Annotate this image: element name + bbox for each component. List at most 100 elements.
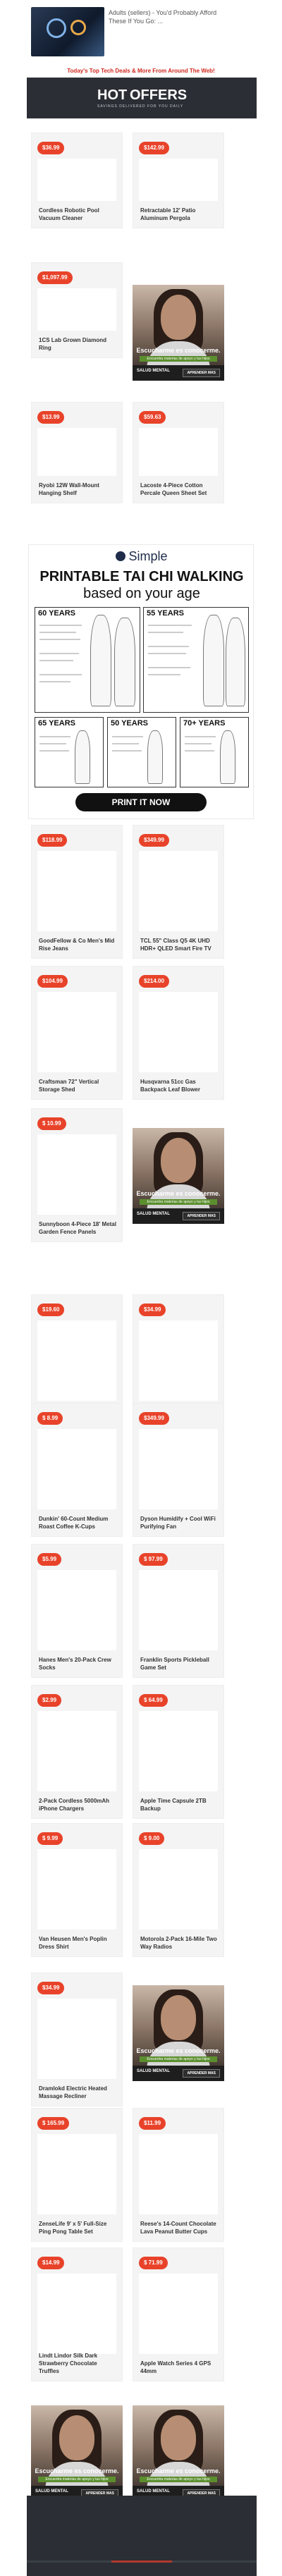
product-image[interactable] (37, 1711, 116, 1791)
price-badge: $214.00 (139, 975, 169, 988)
price-badge: $ 10.99 (37, 1117, 66, 1130)
product-card[interactable]: $14.99 Lindt Lindor Silk Dark Strawberry … (31, 2247, 123, 2381)
product-card[interactable]: $11.99 Reese's 14-Count Chocolate Lava Pe… (133, 2108, 224, 2242)
product-card[interactable]: $34.99 Dramlokd Electric Heated Massage R… (31, 1973, 123, 2106)
price-badge: $142.99 (139, 142, 169, 154)
product-card[interactable]: $13.99 Ryobi 12W Wall-Mount Hanging Shelf (31, 402, 123, 503)
product-name[interactable]: Lacoste 4-Piece Cotton Percale Queen She… (140, 482, 219, 497)
ad-cta-button[interactable]: APRENDER MAS (183, 369, 220, 377)
product-image[interactable] (37, 992, 116, 1072)
product-image[interactable] (139, 2134, 218, 2214)
product-name[interactable]: Husqvarna 51cc Gas Backpack Leaf Blower (140, 1078, 219, 1093)
product-card[interactable]: $ 97.99 Franklin Sports Pickleball Game S… (133, 1544, 224, 1678)
product-name[interactable]: Ryobi 12W Wall-Mount Hanging Shelf (39, 482, 118, 497)
ad-card[interactable]: Escucharme es conocerme. Encuentra materi… (133, 285, 224, 381)
price-badge: $13.99 (37, 411, 65, 424)
product-card[interactable]: $ 165.99 ZenseLife 9' x 5' Full-Size Ping… (31, 2108, 123, 2242)
logo-subtitle: SAVINGS DELIVERED FOR YOU DAILY (97, 104, 184, 109)
product-card[interactable]: $59.63 Lacoste 4-Piece Cotton Percale Que… (133, 402, 224, 503)
product-image[interactable] (37, 1429, 116, 1509)
product-card[interactable]: $1,097.99 1CS Lab Grown Diamond Ring (31, 262, 123, 358)
hot-offers-logo[interactable]: HOT OFFERS SAVINGS DELIVERED FOR YOU DAI… (92, 86, 190, 110)
product-card[interactable]: $214.00 Husqvarna 51cc Gas Backpack Leaf … (133, 966, 224, 1100)
ad-text[interactable]: Adults (sellers) - You'd Probably Afford… (109, 8, 220, 25)
product-name[interactable]: Dyson Humidify + Cool WiFi Purifying Fan (140, 1515, 219, 1531)
product-image[interactable] (37, 1320, 116, 1401)
product-name[interactable]: Craftsman 72" Vertical Storage Shed (39, 1078, 118, 1093)
product-image[interactable] (139, 1429, 218, 1509)
ad-photo-face (59, 2415, 94, 2460)
tai-chi-advertisement[interactable]: Simple PRINTABLE TAI CHI WALKING based o… (28, 544, 254, 819)
product-image[interactable] (139, 851, 218, 931)
product-image[interactable] (37, 2134, 116, 2214)
product-card[interactable]: $ 71.99 Apple Watch Series 4 GPS 44mm (133, 2247, 224, 2381)
product-name[interactable]: Retractable 12' Patio Aluminum Pergola (140, 207, 219, 222)
product-name[interactable]: 2-Pack Cordless 5000mAh iPhone Chargers (39, 1797, 118, 1813)
product-image[interactable] (139, 428, 218, 476)
product-name[interactable]: Dramlokd Electric Heated Massage Recline… (39, 2085, 118, 2100)
product-name[interactable]: Lindt Lindor Silk Dark Strawberry Chocol… (39, 2352, 118, 2375)
ad-card[interactable]: Escucharme es conocerme. Encuentra materi… (31, 2405, 123, 2501)
product-name[interactable]: Sunnyboon 4-Piece 18' Metal Garden Fence… (39, 1220, 118, 1236)
ad-thumbnail-image[interactable] (31, 7, 104, 56)
product-card[interactable]: $2.99 2-Pack Cordless 5000mAh iPhone Char… (31, 1685, 123, 1819)
product-name[interactable]: Dunkin' 60-Count Medium Roast Coffee K-C… (39, 1515, 118, 1531)
product-name[interactable]: TCL 55" Class Q5 4K UHD HDR+ QLED Smart … (140, 937, 219, 952)
product-image[interactable] (139, 159, 218, 201)
ad-cta-button[interactable]: APRENDER MAS (183, 1212, 220, 1220)
top-advertisement[interactable]: Adults (sellers) - You'd Probably Afford… (31, 4, 220, 59)
product-name[interactable]: GoodFellow & Co Men's Mid Rise Jeans (39, 937, 118, 952)
product-image[interactable] (139, 1711, 218, 1791)
product-name[interactable]: Apple Watch Series 4 GPS 44mm (140, 2360, 219, 2375)
product-name[interactable]: Reese's 14-Count Chocolate Lava Peanut B… (140, 2220, 219, 2235)
print-it-now-button[interactable]: PRINT IT NOW (75, 793, 207, 811)
product-image[interactable] (37, 1999, 116, 2079)
product-card[interactable]: $104.99 Craftsman 72" Vertical Storage Sh… (31, 966, 123, 1100)
price-badge: $ 8.99 (37, 1412, 63, 1425)
product-name[interactable]: Apple Time Capsule 2TB Backup (140, 1797, 219, 1813)
product-image[interactable] (139, 1570, 218, 1650)
product-image[interactable] (139, 2274, 218, 2354)
product-name[interactable]: 1CS Lab Grown Diamond Ring (39, 336, 118, 352)
product-card[interactable]: $142.99 Retractable 12' Patio Aluminum Pe… (133, 133, 224, 228)
product-name[interactable]: Motorola 2-Pack 16-Mile Two Way Radios (140, 1935, 219, 1951)
ad-cta-button[interactable]: APRENDER MAS (183, 2069, 220, 2078)
product-name[interactable]: Van Heusen Men's Poplin Dress Shirt (39, 1935, 118, 1951)
product-name[interactable]: Franklin Sports Pickleball Game Set (140, 1656, 219, 1672)
product-card[interactable]: $ 10.99 Sunnyboon 4-Piece 18' Metal Garde… (31, 1108, 123, 1242)
product-card[interactable]: $349.99 Dyson Humidify + Cool WiFi Purify… (133, 1403, 224, 1537)
ad-footer: SALUD MENTAL APRENDER MAS (133, 1208, 224, 1224)
header-banner[interactable]: HOT OFFERS SAVINGS DELIVERED FOR YOU DAI… (27, 78, 257, 118)
ad-card[interactable]: Escucharme es conocerme. Encuentra materi… (133, 1985, 224, 2081)
product-image[interactable] (37, 1570, 116, 1650)
product-card[interactable]: $ 9.00 Motorola 2-Pack 16-Mile Two Way Ra… (133, 1823, 224, 1957)
product-card[interactable]: $ 8.99 Dunkin' 60-Count Medium Roast Coff… (31, 1403, 123, 1537)
product-card[interactable]: $36.99 Cordless Robotic Pool Vacuum Clean… (31, 133, 123, 228)
product-card[interactable]: $ 9.99 Van Heusen Men's Poplin Dress Shir… (31, 1823, 123, 1957)
product-card[interactable]: $118.99 GoodFellow & Co Men's Mid Rise Je… (31, 825, 123, 959)
product-image[interactable] (37, 159, 116, 201)
product-image[interactable] (37, 1849, 116, 1930)
ad-subline: Encuentra materias de apoyo y tus hijos (38, 2477, 116, 2482)
product-image[interactable] (37, 1134, 116, 1215)
product-image[interactable] (37, 2274, 116, 2354)
price-badge: $1,097.99 (37, 271, 73, 284)
text-line (112, 736, 143, 737)
ad-card[interactable]: Escucharme es conocerme. Encuentra materi… (133, 1128, 224, 1224)
product-name[interactable]: Hanes Men's 20-Pack Crew Socks (39, 1656, 118, 1672)
product-card[interactable]: $5.99 Hanes Men's 20-Pack Crew Socks (31, 1544, 123, 1678)
product-name[interactable]: Cordless Robotic Pool Vacuum Cleaner (39, 207, 118, 222)
product-image[interactable] (139, 1320, 218, 1401)
figure-illustration (203, 615, 224, 706)
gauge-icon (47, 18, 66, 38)
product-card[interactable]: $349.99 TCL 55" Class Q5 4K UHD HDR+ QLED… (133, 825, 224, 959)
product-image[interactable] (37, 428, 116, 476)
product-image[interactable] (139, 1849, 218, 1930)
price-badge: $59.63 (139, 411, 166, 424)
product-card[interactable]: $ 64.99 Apple Time Capsule 2TB Backup (133, 1685, 224, 1819)
product-image[interactable] (37, 851, 116, 931)
product-image[interactable] (139, 992, 218, 1072)
ad-card[interactable]: Escucharme es conocerme. Encuentra materi… (133, 2405, 224, 2501)
product-name[interactable]: ZenseLife 9' x 5' Full-Size Ping Pong Ta… (39, 2220, 118, 2235)
product-image[interactable] (37, 288, 116, 331)
